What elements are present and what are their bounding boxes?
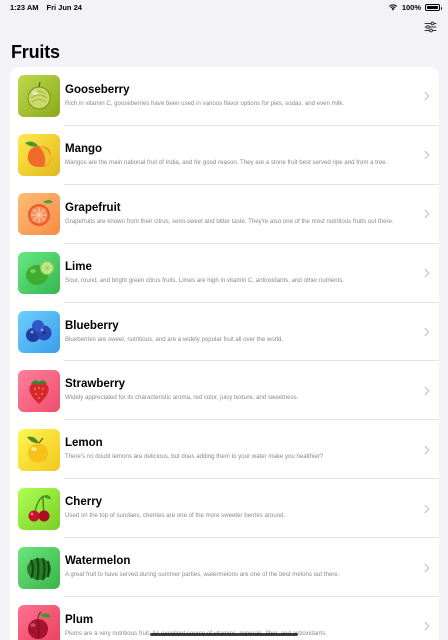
home-indicator[interactable]	[150, 633, 298, 636]
fruit-row-lemon[interactable]: Lemon There's no doubt lemons are delici…	[10, 420, 439, 480]
fruit-text: Mango Mangos are the main national fruit…	[65, 126, 405, 168]
fruit-name: Grapefruit	[65, 201, 121, 214]
fruit-text: Strawberry Widely appreciated for its ch…	[65, 361, 405, 403]
fruit-thumbnail	[18, 369, 60, 412]
fruit-text: Lemon There's no doubt lemons are delici…	[65, 420, 405, 462]
strawberry-icon	[29, 380, 49, 404]
fruit-text: Lime Sour, round, and bright green citru…	[65, 244, 405, 286]
chevron-right-icon	[424, 92, 430, 101]
status-left: 1:23 AM Fri Jun 24	[10, 3, 82, 12]
fruit-description: Grapefruits are known from their citrus,…	[65, 217, 394, 225]
fruit-thumbnail	[18, 428, 60, 471]
fruit-text: Watermelon A great fruit to have served …	[65, 538, 405, 580]
fruit-text: Gooseberry Rich in vitamin C, gooseberri…	[65, 67, 405, 109]
chevron-right-icon	[424, 563, 430, 572]
lemon-icon	[27, 436, 48, 463]
plum-icon	[28, 611, 51, 640]
lime-icon	[26, 261, 54, 286]
fruit-text: Cherry Used on the top of sundaes, cherr…	[65, 479, 405, 521]
fruit-name: Blueberry	[65, 319, 119, 332]
filter-button[interactable]	[423, 20, 437, 34]
mango-icon	[25, 141, 51, 168]
cherry-icon	[28, 494, 51, 522]
fruit-name: Mango	[65, 142, 103, 155]
gooseberry-icon	[27, 82, 51, 110]
fruit-name: Watermelon	[65, 555, 131, 568]
fruit-row-gooseberry[interactable]: Gooseberry Rich in vitamin C, gooseberri…	[10, 67, 439, 126]
fruit-thumbnail	[18, 605, 60, 640]
status-time: 1:23 AM	[10, 2, 39, 12]
fruit-row-blueberry[interactable]: Blueberry Blueberries are sweet, nutriti…	[10, 303, 439, 362]
fruit-name: Lemon	[65, 437, 103, 450]
wifi-icon	[388, 4, 397, 11]
chevron-right-icon	[424, 268, 430, 278]
watermelon-icon	[27, 557, 51, 580]
fruit-description: Mangos are the main national fruit of In…	[65, 158, 388, 166]
grapefruit-icon	[28, 200, 53, 227]
fruit-thumbnail	[18, 252, 60, 295]
fruit-description: A great fruit to have served during summ…	[65, 571, 340, 579]
fruit-name: Lime	[65, 260, 92, 273]
chevron-right-icon	[424, 151, 430, 160]
chevron-right-icon	[424, 327, 430, 337]
fruit-description: Blueberries are sweet, nutritious, and a…	[65, 335, 284, 343]
fruit-list: Gooseberry Rich in vitamin C, gooseberri…	[10, 67, 439, 640]
chevron-right-icon	[424, 504, 430, 513]
battery-percent: 100%	[401, 2, 421, 12]
chevron-right-icon	[424, 210, 430, 219]
fruit-description: Rich in vitamin C, gooseberries have bee…	[65, 100, 345, 107]
fruit-row-cherry[interactable]: Cherry Used on the top of sundaes, cherr…	[10, 479, 439, 539]
fruit-text: Blueberry Blueberries are sweet, nutriti…	[65, 303, 405, 345]
fruit-thumbnail	[18, 134, 60, 177]
fruit-row-lime[interactable]: Lime Sour, round, and bright green citru…	[10, 244, 439, 303]
fruit-row-mango[interactable]: Mango Mangos are the main national fruit…	[10, 126, 439, 185]
fruit-thumbnail	[18, 193, 60, 236]
fruit-row-strawberry[interactable]: Strawberry Widely appreciated for its ch…	[10, 361, 439, 421]
status-date: Fri Jun 24	[46, 2, 82, 12]
fruit-name: Cherry	[65, 496, 103, 509]
chevron-right-icon	[424, 445, 430, 454]
fruit-name: Strawberry	[65, 378, 126, 391]
fruit-thumbnail	[18, 546, 60, 589]
fruit-name: Plum	[65, 614, 94, 627]
status-bar: 1:23 AM Fri Jun 24 100%	[0, 0, 448, 14]
status-right: 100%	[388, 2, 442, 12]
fruit-description: Widely appreciated for its characteristi…	[65, 394, 299, 402]
fruit-description: There's no doubt lemons are delicious, b…	[65, 453, 324, 461]
blueberry-icon	[26, 320, 52, 342]
fruit-description: Sour, round, and bright green citrus fru…	[65, 276, 345, 284]
page-title: Fruits	[11, 42, 60, 62]
chevron-right-icon	[424, 386, 430, 396]
fruit-thumbnail	[18, 487, 60, 530]
fruit-thumbnail	[18, 75, 60, 118]
fruit-row-grapefruit[interactable]: Grapefruit Grapefruits are known from th…	[10, 185, 439, 244]
fruit-description: Used on the top of sundaes, cherries are…	[65, 512, 286, 520]
sliders-icon	[424, 21, 436, 33]
chevron-right-icon	[424, 622, 430, 631]
fruit-name: Gooseberry	[65, 84, 130, 96]
fruit-row-watermelon[interactable]: Watermelon A great fruit to have served …	[10, 538, 439, 597]
fruits-screen: 1:23 AM Fri Jun 24 100% Fruits Gooseberr…	[0, 0, 448, 640]
battery-icon	[425, 3, 442, 11]
fruit-thumbnail	[18, 311, 60, 353]
fruit-text: Grapefruit Grapefruits are known from th…	[65, 185, 405, 227]
